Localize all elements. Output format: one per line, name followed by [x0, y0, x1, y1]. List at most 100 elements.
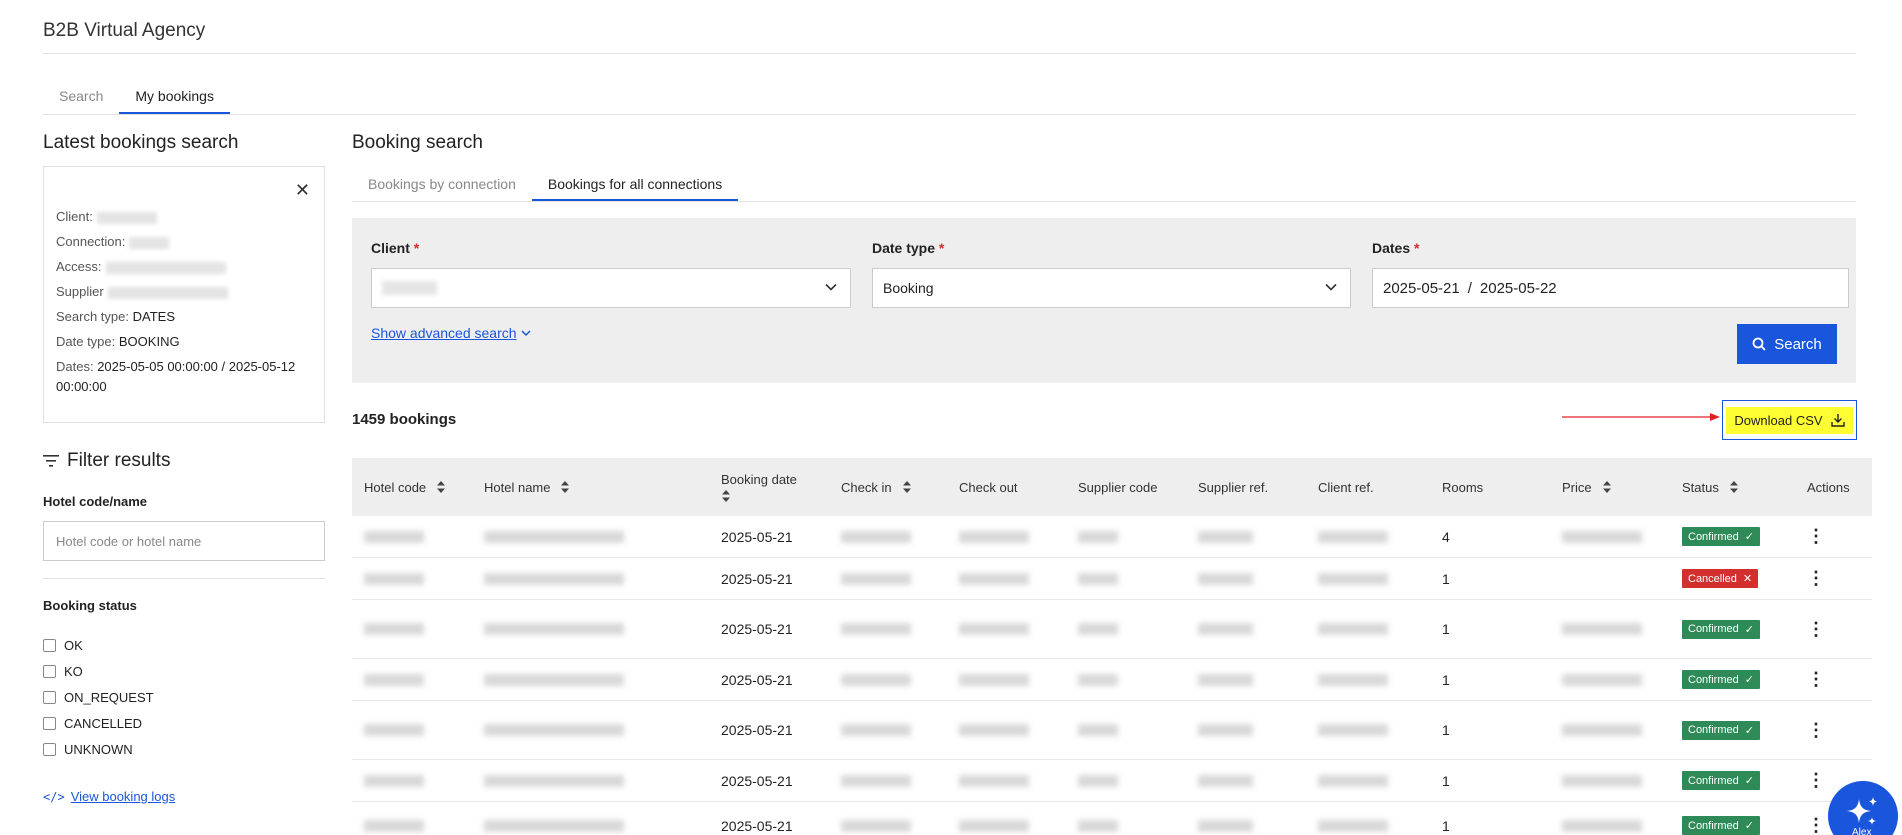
- more-actions-icon[interactable]: ⋮: [1807, 619, 1825, 640]
- client-ref-cell: [1306, 600, 1430, 658]
- redacted-value: [1562, 673, 1642, 686]
- hotel-code-cell: [352, 701, 472, 759]
- hotel-name-cell: [472, 760, 709, 801]
- redacted-value: [484, 724, 624, 736]
- tab-bookings-by-connection[interactable]: Bookings by connection: [352, 168, 532, 202]
- latest-client: Client:: [56, 204, 312, 229]
- col-booking-date[interactable]: Booking date: [709, 458, 829, 516]
- more-actions-icon[interactable]: ⋮: [1807, 669, 1825, 690]
- hotel-name-cell: [472, 701, 709, 759]
- supplier-code-cell: [1066, 659, 1186, 700]
- status-cell: Cancelled ✕: [1670, 558, 1795, 599]
- redacted-value: [959, 530, 1029, 543]
- check-icon: ✓: [1744, 724, 1754, 737]
- col-price[interactable]: Price: [1550, 458, 1670, 516]
- redacted-value: [1078, 530, 1118, 543]
- table-row[interactable]: 2025-05-21 1 Confirmed ✓ ⋮: [352, 701, 1872, 760]
- redacted-value: [1318, 572, 1388, 585]
- status-option-ko[interactable]: KO: [43, 658, 154, 684]
- download-csv-button[interactable]: Download CSV: [1722, 400, 1857, 440]
- sparkle-icon: [1847, 797, 1877, 825]
- table-row[interactable]: 2025-05-21 4 Confirmed ✓ ⋮: [352, 516, 1872, 558]
- status-option-ok[interactable]: OK: [43, 632, 154, 658]
- dates-label: Dates *: [1372, 240, 1420, 256]
- table-row[interactable]: 2025-05-21 1 Confirmed ✓ ⋮: [352, 600, 1872, 659]
- status-badge: Confirmed ✓: [1682, 670, 1760, 689]
- redacted-value: [129, 236, 170, 249]
- more-actions-icon[interactable]: ⋮: [1807, 815, 1825, 835]
- col-actions: Actions: [1807, 479, 1850, 495]
- client-ref-cell: [1306, 516, 1430, 557]
- more-actions-icon[interactable]: ⋮: [1807, 770, 1825, 791]
- table-row[interactable]: 2025-05-21 1 Cancelled ✕ ⋮: [352, 558, 1872, 600]
- check-out-cell: [947, 516, 1066, 557]
- view-booking-logs[interactable]: </> View booking logs: [43, 789, 175, 804]
- status-badge-label: Confirmed: [1688, 623, 1739, 635]
- checkbox[interactable]: [43, 716, 56, 730]
- client-select[interactable]: [371, 268, 851, 308]
- col-hotel-name[interactable]: Hotel name: [472, 458, 709, 516]
- checkbox[interactable]: [43, 638, 56, 652]
- col-supplier-ref: Supplier ref.: [1198, 479, 1269, 495]
- status-option-cancelled[interactable]: CANCELLED: [43, 710, 154, 736]
- checkbox[interactable]: [43, 690, 56, 704]
- view-booking-logs-link[interactable]: View booking logs: [71, 789, 176, 804]
- col-hotel-code[interactable]: Hotel code: [352, 458, 472, 516]
- checkbox[interactable]: [43, 664, 56, 678]
- check-out-cell: [947, 760, 1066, 801]
- col-check-in[interactable]: Check in: [829, 458, 947, 516]
- table-row[interactable]: 2025-05-21 1 Confirmed ✓ ⋮: [352, 760, 1872, 802]
- actions-cell: ⋮: [1795, 659, 1852, 700]
- client-ref-cell: [1306, 802, 1430, 835]
- redacted-value: [1198, 572, 1253, 585]
- show-advanced-search[interactable]: Show advanced search: [371, 325, 531, 341]
- close-icon[interactable]: ✕: [295, 181, 310, 199]
- client-label: Client *: [371, 240, 420, 256]
- date-range-input[interactable]: 2025-05-21 / 2025-05-22: [1372, 268, 1849, 308]
- latest-search-type: Search type: DATES: [56, 309, 176, 324]
- redacted-value: [1198, 774, 1253, 787]
- redacted-value: [1078, 724, 1118, 736]
- hotel-search-input[interactable]: [43, 521, 325, 561]
- status-cell: Confirmed ✓: [1670, 659, 1795, 700]
- table-body: 2025-05-21 4 Confirmed ✓ ⋮ 2025-05-21 1 Cancell…: [352, 516, 1872, 835]
- date-separator: /: [1467, 279, 1472, 297]
- status-badge-label: Confirmed: [1688, 819, 1739, 832]
- redacted-value: [1078, 774, 1118, 787]
- checkbox[interactable]: [43, 742, 56, 756]
- rooms-cell: 1: [1442, 671, 1450, 688]
- supplier-code-cell: [1066, 802, 1186, 835]
- status-option-on-request[interactable]: ON_REQUEST: [43, 684, 154, 710]
- redacted-value: [364, 724, 424, 736]
- date-type-select[interactable]: Booking: [872, 268, 1351, 308]
- redacted-value: [1318, 673, 1388, 686]
- app-title: B2B Virtual Agency: [43, 20, 206, 41]
- col-status[interactable]: Status: [1670, 458, 1795, 516]
- more-actions-icon[interactable]: ⋮: [1807, 720, 1825, 741]
- redacted-value: [1318, 774, 1388, 787]
- redacted-value: [959, 819, 1029, 832]
- hotel-code-cell: [352, 802, 472, 835]
- download-icon: [1830, 414, 1845, 427]
- redacted-value: [1318, 819, 1388, 832]
- tab-search[interactable]: Search: [43, 80, 119, 115]
- check-out-cell: [947, 600, 1066, 658]
- redacted-value: [1078, 819, 1118, 832]
- latest-search-card[interactable]: ✕ Client: Connection: Access: Supplier S…: [43, 166, 325, 423]
- hotel-code-label: Hotel code/name: [43, 494, 148, 509]
- check-out-cell: [947, 659, 1066, 700]
- more-actions-icon[interactable]: ⋮: [1807, 568, 1825, 589]
- price-cell: [1550, 802, 1670, 835]
- rooms-cell: 1: [1442, 722, 1450, 738]
- search-button[interactable]: Search: [1737, 324, 1837, 364]
- table-row[interactable]: 2025-05-21 1 Confirmed ✓ ⋮: [352, 802, 1872, 835]
- tab-my-bookings[interactable]: My bookings: [119, 80, 230, 115]
- status-option-unknown[interactable]: UNKNOWN: [43, 736, 154, 762]
- more-actions-icon[interactable]: ⋮: [1807, 526, 1825, 547]
- check-icon: ✓: [1744, 623, 1754, 636]
- hotel-code-cell: [352, 516, 472, 557]
- tab-bookings-all-connections[interactable]: Bookings for all connections: [531, 168, 739, 202]
- table-row[interactable]: 2025-05-21 1 Confirmed ✓ ⋮: [352, 659, 1872, 701]
- latest-connection: Connection:: [56, 229, 312, 254]
- filter-title: Filter results: [67, 450, 171, 471]
